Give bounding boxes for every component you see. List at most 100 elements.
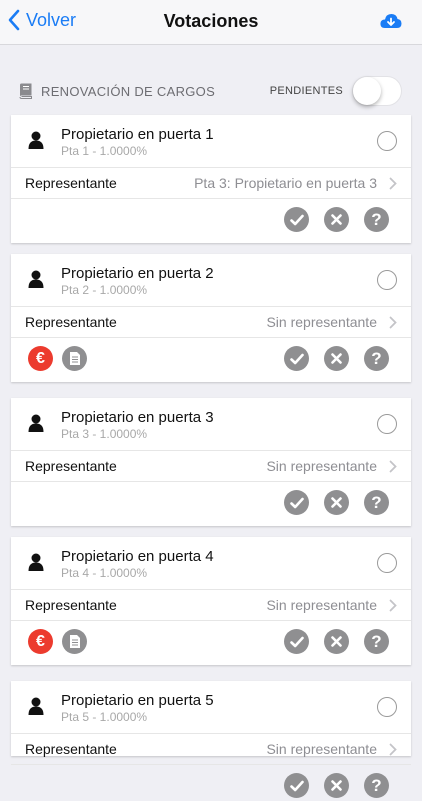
representative-row[interactable]: Representante Sin representante: [11, 451, 411, 482]
owner-row: Propietario en puerta 1 Pta 1 - 1.0000%: [11, 115, 411, 168]
select-radio[interactable]: [377, 553, 397, 573]
owner-row: Propietario en puerta 5 Pta 5 - 1.0000%: [11, 681, 411, 734]
owner-name: Propietario en puerta 4: [61, 548, 214, 565]
vote-yes-button[interactable]: [284, 773, 309, 798]
owner-detail: Pta 3 - 1.0000%: [61, 427, 148, 441]
representative-row[interactable]: Representante Pta 3: Propietario en puert…: [11, 168, 411, 199]
action-row: €?: [11, 338, 411, 374]
owner-card: Propietario en puerta 5 Pta 5 - 1.0000% Re…: [11, 681, 411, 798]
chevron-right-icon: [389, 177, 397, 195]
document-icon: [69, 635, 80, 648]
cloud-download-icon: [380, 14, 402, 28]
action-row: ?: [11, 765, 411, 801]
book-icon: [19, 83, 32, 99]
vote-yes-button[interactable]: [284, 207, 309, 232]
chevron-right-icon: [389, 460, 397, 473]
vote-abstain-button[interactable]: ?: [364, 490, 389, 515]
vote-no-button[interactable]: [324, 490, 349, 515]
page-title: Votaciones: [163, 11, 259, 31]
vote-no-button[interactable]: [324, 207, 349, 232]
select-radio[interactable]: [377, 697, 397, 717]
owner-card: Propietario en puerta 3 Pta 3 - 1.0000% Re…: [11, 398, 411, 526]
person-icon: [28, 270, 44, 288]
representative-value: Pta 3: Propietario en puerta 3: [194, 175, 377, 191]
representative-label: Representante: [25, 741, 117, 757]
owner-detail: Pta 4 - 1.0000%: [61, 566, 148, 580]
cross-icon: [331, 214, 342, 225]
owner-avatar: [28, 697, 44, 720]
representative-value: Sin representante: [266, 597, 377, 613]
chevron-right-icon: [389, 460, 397, 478]
representative-row[interactable]: Representante Sin representante: [11, 307, 411, 338]
document-icon: [69, 352, 80, 365]
vote-yes-button[interactable]: [284, 629, 309, 654]
owner-name: Propietario en puerta 1: [61, 126, 214, 143]
select-radio[interactable]: [377, 270, 397, 290]
owner-row: Propietario en puerta 4 Pta 4 - 1.0000%: [11, 537, 411, 590]
vote-no-button[interactable]: [324, 773, 349, 798]
check-icon: [289, 353, 304, 364]
select-radio[interactable]: [377, 131, 397, 151]
document-button[interactable]: [62, 629, 87, 654]
vote-abstain-button[interactable]: ?: [364, 773, 389, 798]
check-icon: [289, 214, 304, 225]
vote-abstain-button[interactable]: ?: [364, 346, 389, 371]
euro-icon: €: [36, 632, 45, 650]
vote-abstain-button[interactable]: ?: [364, 207, 389, 232]
representative-label: Representante: [25, 597, 117, 613]
owner-name: Propietario en puerta 2: [61, 265, 214, 282]
vote-no-button[interactable]: [324, 629, 349, 654]
toggle-knob: [353, 77, 381, 105]
owner-avatar: [28, 131, 44, 154]
owner-name: Propietario en puerta 5: [61, 692, 214, 709]
cloud-download-button[interactable]: [380, 12, 402, 35]
document-button[interactable]: [62, 346, 87, 371]
vote-yes-button[interactable]: [284, 346, 309, 371]
owner-card: Propietario en puerta 4 Pta 4 - 1.0000% Re…: [11, 537, 411, 665]
check-icon: [289, 497, 304, 508]
question-icon: ?: [371, 631, 382, 651]
representative-label: Representante: [25, 175, 117, 191]
section-header: RENOVACIÓN DE CARGOS PENDIENTES: [18, 76, 402, 106]
navigation-bar: Volver Votaciones: [0, 0, 422, 45]
representative-value: Sin representante: [266, 314, 377, 330]
vote-yes-button[interactable]: [284, 490, 309, 515]
representative-value: Sin representante: [266, 458, 377, 474]
question-icon: ?: [371, 209, 382, 229]
owner-detail: Pta 5 - 1.0000%: [61, 710, 148, 724]
representative-value: Sin representante: [266, 741, 377, 757]
select-radio[interactable]: [377, 414, 397, 434]
owner-avatar: [28, 270, 44, 293]
euro-button[interactable]: €: [28, 346, 53, 371]
chevron-right-icon: [389, 316, 397, 334]
owner-detail: Pta 1 - 1.0000%: [61, 144, 148, 158]
person-icon: [28, 131, 44, 149]
euro-icon: €: [36, 349, 45, 367]
euro-button[interactable]: €: [28, 629, 53, 654]
check-icon: [289, 780, 304, 791]
person-icon: [28, 697, 44, 715]
action-row: €?: [11, 621, 411, 657]
representative-row[interactable]: Representante Sin representante: [11, 590, 411, 621]
owner-detail: Pta 2 - 1.0000%: [61, 283, 148, 297]
chevron-right-icon: [389, 599, 397, 612]
owner-card: Propietario en puerta 2 Pta 2 - 1.0000% Re…: [11, 254, 411, 382]
cross-icon: [331, 353, 342, 364]
owner-row: Propietario en puerta 2 Pta 2 - 1.0000%: [11, 254, 411, 307]
question-icon: ?: [371, 348, 382, 368]
owner-row: Propietario en puerta 3 Pta 3 - 1.0000%: [11, 398, 411, 451]
owner-card: Propietario en puerta 1 Pta 1 - 1.0000% Re…: [11, 115, 411, 243]
chevron-right-icon: [389, 743, 397, 761]
question-icon: ?: [371, 775, 382, 795]
section-label: RENOVACIÓN DE CARGOS: [41, 83, 216, 99]
vote-abstain-button[interactable]: ?: [364, 629, 389, 654]
check-icon: [289, 636, 304, 647]
question-icon: ?: [371, 492, 382, 512]
owner-avatar: [28, 553, 44, 576]
action-row: ?: [11, 199, 411, 235]
chevron-right-icon: [389, 177, 397, 190]
owner-name: Propietario en puerta 3: [61, 409, 214, 426]
cross-icon: [331, 636, 342, 647]
pending-toggle[interactable]: [352, 76, 402, 106]
vote-no-button[interactable]: [324, 346, 349, 371]
